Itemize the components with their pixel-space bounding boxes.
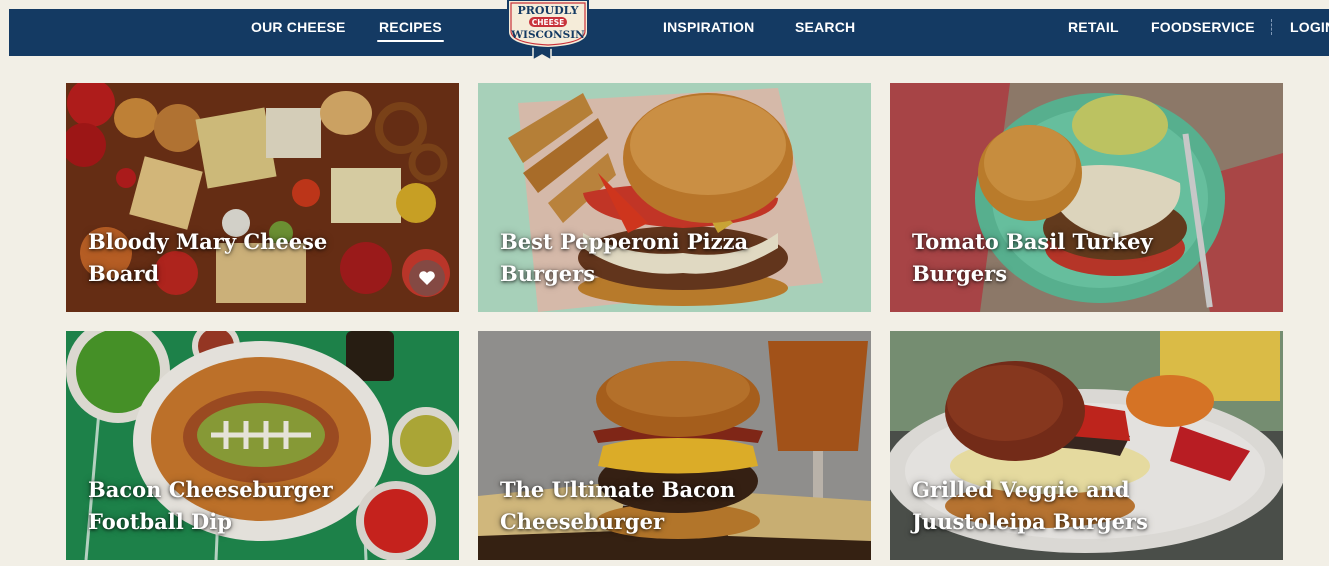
nav-foodservice[interactable]: FOODSERVICE xyxy=(1151,9,1255,56)
nav-recipes[interactable]: RECIPES xyxy=(377,9,444,56)
logo-badge-icon: PROUDLY CHEESE WISCONSIN xyxy=(507,0,589,62)
heart-icon xyxy=(419,271,435,285)
nav-our-cheese[interactable]: OUR CHEESE xyxy=(251,9,346,56)
nav-login[interactable]: LOGIN xyxy=(1290,9,1329,56)
favorite-button[interactable] xyxy=(409,260,445,296)
nav-search[interactable]: SEARCH xyxy=(795,9,855,56)
logo-text-cheese: CHEESE xyxy=(532,18,565,27)
proudly-wisconsin-cheese-logo[interactable]: PROUDLY CHEESE WISCONSIN xyxy=(502,0,594,64)
recipe-card-title: Bacon Cheeseburger Football Dip xyxy=(88,477,333,534)
recipe-card[interactable]: The Ultimate Bacon Cheeseburger xyxy=(478,331,871,560)
recipe-card[interactable]: Bacon Cheeseburger Football Dip xyxy=(66,331,459,560)
recipe-card[interactable]: Best Pepperoni Pizza Burgers xyxy=(478,83,871,312)
nav-divider xyxy=(1271,19,1273,35)
recipe-card-title: The Ultimate Bacon Cheeseburger xyxy=(500,477,736,534)
recipe-card-title: Best Pepperoni Pizza Burgers xyxy=(500,229,749,286)
logo-text-wisconsin: WISCONSIN xyxy=(510,29,585,41)
recipe-card[interactable]: Bloody Mary Cheese Board xyxy=(66,83,459,312)
nav-retail[interactable]: RETAIL xyxy=(1068,9,1119,56)
top-navigation-bar: OUR CHEESE RECIPES INSPIRATION SEARCH RE… xyxy=(9,9,1329,56)
recipe-card[interactable]: Grilled Veggie and Juustoleipa Burgers xyxy=(890,331,1283,560)
recipe-card-title: Tomato Basil Turkey Burgers xyxy=(912,229,1153,286)
recipe-card-title: Grilled Veggie and Juustoleipa Burgers xyxy=(912,477,1148,534)
recipe-card-title: Bloody Mary Cheese Board xyxy=(88,229,328,286)
nav-inspiration[interactable]: INSPIRATION xyxy=(663,9,754,56)
logo-text-proudly: PROUDLY xyxy=(517,4,578,17)
recipe-card[interactable]: Tomato Basil Turkey Burgers xyxy=(890,83,1283,312)
